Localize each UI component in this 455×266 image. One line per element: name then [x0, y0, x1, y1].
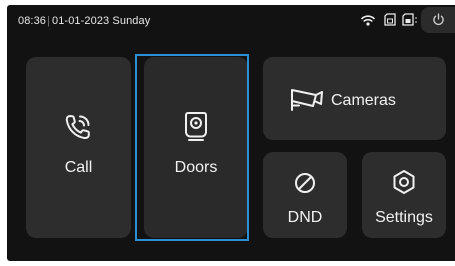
settings-tile[interactable]: Settings: [362, 152, 446, 238]
sd-card-icon: [384, 13, 396, 31]
settings-label: Settings: [375, 209, 433, 226]
power-icon: [433, 13, 444, 25]
phone-icon: [63, 112, 93, 147]
sim-card-icon: [402, 13, 418, 31]
settings-icon: [392, 169, 416, 200]
doors-tile[interactable]: Doors: [144, 57, 248, 238]
door-station-icon: [184, 110, 208, 147]
status-datetime: 08:36| 01-01-2023 Sunday: [18, 15, 151, 27]
status-date: 01-01-2023 Sunday: [52, 15, 151, 27]
wifi-icon: [361, 13, 375, 31]
doors-label: Doors: [174, 159, 218, 176]
cameras-tile[interactable]: Cameras: [263, 57, 446, 140]
power-button[interactable]: [421, 7, 455, 33]
call-label: Call: [64, 159, 93, 176]
screen: 08:36| 01-01-2023 Sunday Call Doors Came…: [0, 0, 455, 266]
dnd-label: DND: [287, 209, 323, 226]
status-time: 08:36: [18, 15, 47, 27]
cameras-label: Cameras: [331, 92, 396, 109]
dnd-tile[interactable]: DND: [263, 152, 347, 238]
camera-icon: [289, 84, 325, 117]
call-tile[interactable]: Call: [26, 57, 131, 238]
do-not-disturb-icon: [294, 172, 316, 199]
